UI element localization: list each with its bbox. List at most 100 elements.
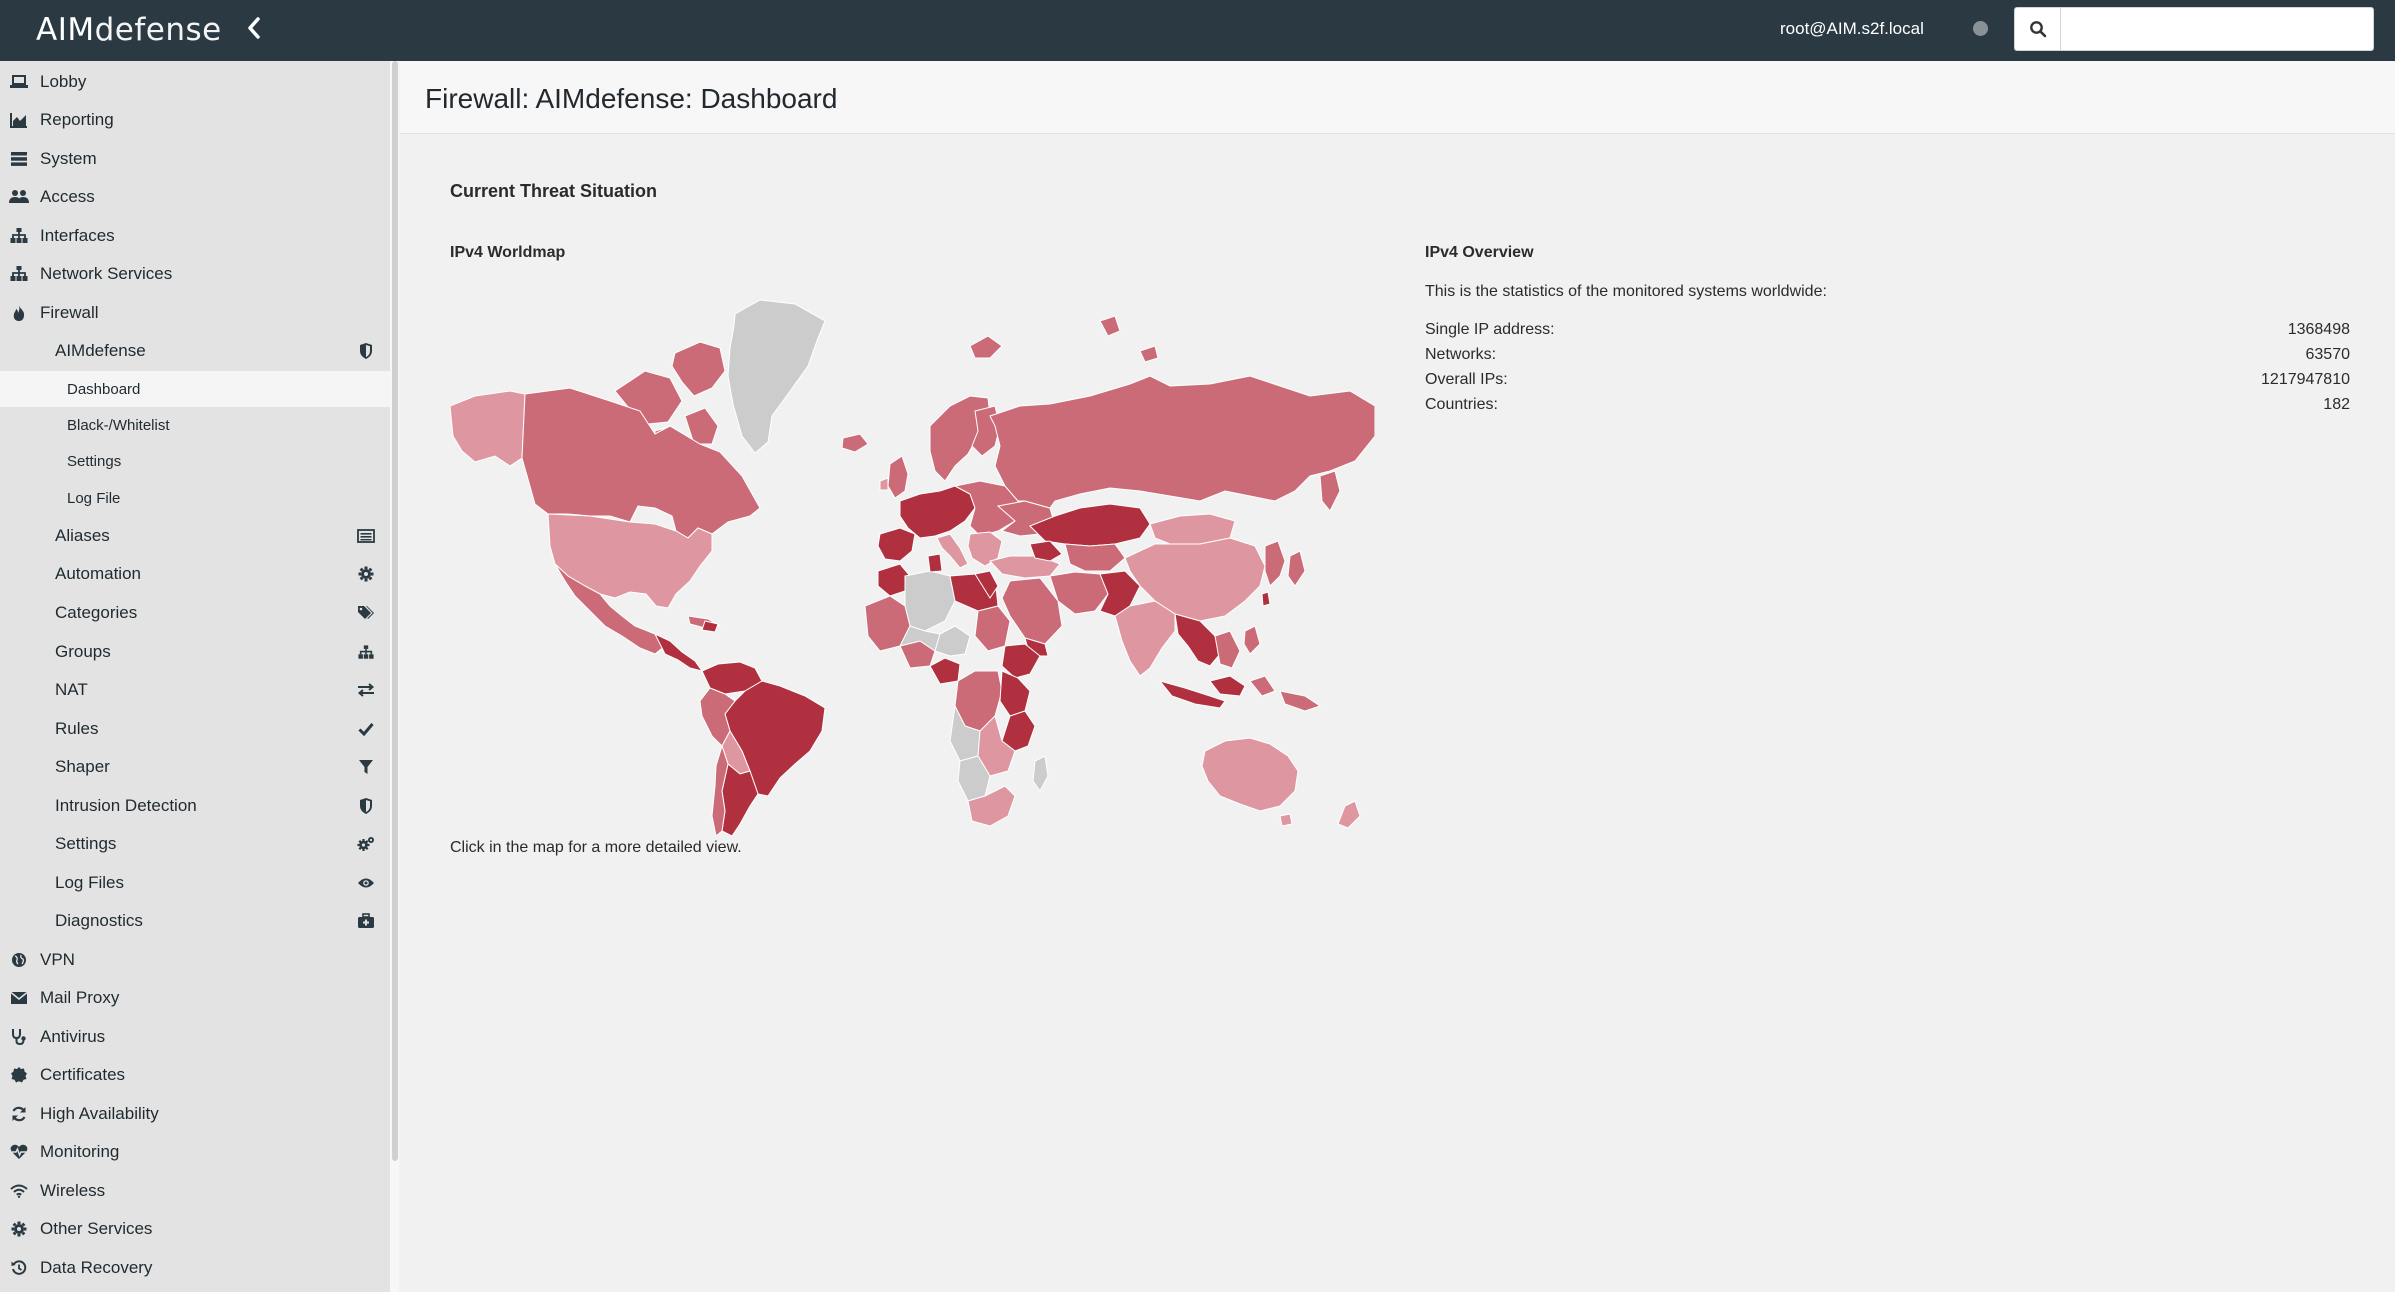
map-region-central-america[interactable] (653, 632, 704, 672)
map-region-arctic-canada[interactable] (671, 341, 726, 397)
map-region-new-zealand[interactable] (1337, 800, 1361, 829)
status-indicator-icon[interactable] (1973, 21, 1988, 36)
brand-name-light: defense (94, 12, 222, 48)
sidebar-scrollbar-thumb[interactable] (392, 61, 398, 1161)
map-region-nigeria[interactable] (929, 657, 961, 685)
sidebar-item-firewall[interactable]: Firewall (0, 294, 390, 332)
sidebar-item-label: Log File (67, 489, 121, 507)
sidebar-item-reporting[interactable]: Reporting (0, 101, 390, 139)
map-region[interactable] (1029, 540, 1063, 562)
map-region-saudi-arabia[interactable] (1001, 577, 1063, 645)
search-button[interactable] (2015, 8, 2061, 50)
map-region[interactable] (999, 670, 1031, 717)
map-region[interactable] (701, 620, 719, 633)
map-region-iceland[interactable] (841, 433, 869, 453)
map-region[interactable] (1261, 591, 1271, 607)
sidebar-item-shaper[interactable]: Shaper (0, 748, 390, 786)
sidebar-item-dashboard[interactable]: Dashboard (0, 371, 390, 407)
map-region[interactable] (969, 335, 1003, 359)
sidebar-item-label: Monitoring (40, 1142, 120, 1161)
map-region[interactable] (1279, 813, 1293, 827)
sidebar-item-groups[interactable]: Groups (0, 633, 390, 671)
sidebar-item-aimdefense[interactable]: AIMdefense (0, 332, 390, 370)
users-icon (9, 187, 29, 207)
map-region-russia[interactable] (989, 375, 1376, 509)
map-region[interactable] (879, 477, 889, 491)
sidebar-item-aliases[interactable]: Aliases (0, 517, 390, 555)
sidebar-item-log-file[interactable]: Log File (0, 480, 390, 516)
sidebar-item-categories[interactable]: Categories (0, 594, 390, 632)
sidebar-item-nat[interactable]: NAT (0, 671, 390, 709)
ipv4-world-map[interactable] (449, 276, 1376, 837)
medkit-icon (356, 911, 376, 931)
map-region-southeast-asia[interactable] (1174, 613, 1221, 667)
sidebar-item-data-recovery[interactable]: Data Recovery (0, 1249, 390, 1287)
map-region-central-asia[interactable] (1064, 543, 1126, 572)
sidebar: Lobby Reporting System Access Interfaces… (0, 61, 390, 1292)
map-region[interactable] (1214, 630, 1241, 669)
map-region[interactable] (1279, 690, 1322, 712)
sidebar-item-certificates[interactable]: Certificates (0, 1056, 390, 1094)
map-region-korea-japan[interactable] (1264, 540, 1286, 587)
sidebar-item-interfaces[interactable]: Interfaces (0, 217, 390, 255)
sidebar-item-aimdefense-settings[interactable]: Settings (0, 443, 390, 479)
brand-logo[interactable]: AIMdefense (36, 10, 222, 50)
sidebar-item-black-whitelist[interactable]: Black-/Whitelist (0, 407, 390, 443)
sidebar-item-mail-proxy[interactable]: Mail Proxy (0, 979, 390, 1017)
map-region-united-kingdom[interactable] (887, 455, 909, 499)
refresh-icon (9, 1104, 29, 1124)
wifi-icon (9, 1181, 29, 1201)
sidebar-item-system[interactable]: System (0, 140, 390, 178)
map-region-iberia[interactable] (877, 527, 916, 562)
sidebar-item-log-files[interactable]: Log Files (0, 864, 390, 902)
map-region[interactable] (934, 625, 971, 657)
globe-icon (9, 950, 29, 970)
sidebar-item-lobby[interactable]: Lobby (0, 63, 390, 101)
sidebar-item-label: Network Services (40, 264, 173, 283)
sidebar-item-label: NAT (55, 680, 88, 699)
map-region-kamchatka[interactable] (1319, 470, 1341, 512)
user-account-link[interactable]: root@AIM.s2f.local (1780, 18, 1924, 40)
map-region-italy[interactable] (936, 533, 969, 569)
map-region-western-europe[interactable] (899, 485, 976, 539)
area-chart-icon (9, 110, 29, 130)
sidebar-item-antivirus[interactable]: Antivirus (0, 1018, 390, 1056)
sidebar-item-firewall-settings[interactable]: Settings (0, 825, 390, 863)
sidebar-item-label: Wireless (40, 1181, 106, 1200)
sidebar-item-label: High Availability (40, 1104, 159, 1123)
map-region-sudan[interactable] (974, 605, 1011, 652)
map-region[interactable] (1209, 675, 1246, 697)
sidebar-item-automation[interactable]: Automation (0, 555, 390, 593)
sidebar-item-other-services[interactable]: Other Services (0, 1210, 390, 1248)
map-region[interactable] (1139, 345, 1159, 363)
sidebar-item-vpn[interactable]: VPN (0, 941, 390, 979)
map-region[interactable] (1287, 550, 1306, 587)
map-region-philippines[interactable] (1243, 625, 1261, 655)
sidebar-item-label: Other Services (40, 1219, 153, 1238)
sidebar-item-diagnostics[interactable]: Diagnostics (0, 902, 390, 940)
sidebar-item-high-availability[interactable]: High Availability (0, 1095, 390, 1133)
main-content: Firewall: AIMdefense: Dashboard Current … (400, 61, 2395, 1292)
map-region[interactable] (1249, 675, 1276, 697)
sidebar-item-label: Data Recovery (40, 1258, 153, 1277)
map-region-greenland[interactable] (727, 299, 826, 454)
collapse-sidebar-button[interactable] (240, 16, 268, 44)
cog-icon (356, 564, 376, 584)
world-map-svg[interactable] (449, 276, 1376, 837)
map-region-india[interactable] (1114, 600, 1176, 677)
sidebar-item-access[interactable]: Access (0, 178, 390, 216)
map-region-algeria-libya[interactable] (904, 570, 956, 632)
map-region[interactable] (1099, 315, 1121, 337)
sidebar-item-rules[interactable]: Rules (0, 710, 390, 748)
map-region-australia[interactable] (1201, 737, 1299, 812)
map-region-alaska[interactable] (449, 390, 526, 467)
sidebar-item-intrusion-detection[interactable]: Intrusion Detection (0, 787, 390, 825)
sidebar-item-network-services[interactable]: Network Services (0, 255, 390, 293)
sitemap-icon (356, 642, 376, 662)
tags-icon (356, 603, 376, 623)
sidebar-item-monitoring[interactable]: Monitoring (0, 1133, 390, 1171)
search-input[interactable] (2062, 8, 2372, 50)
map-region-madagascar[interactable] (1032, 755, 1049, 792)
sidebar-item-wireless[interactable]: Wireless (0, 1172, 390, 1210)
map-region-tunisia[interactable] (927, 553, 943, 573)
